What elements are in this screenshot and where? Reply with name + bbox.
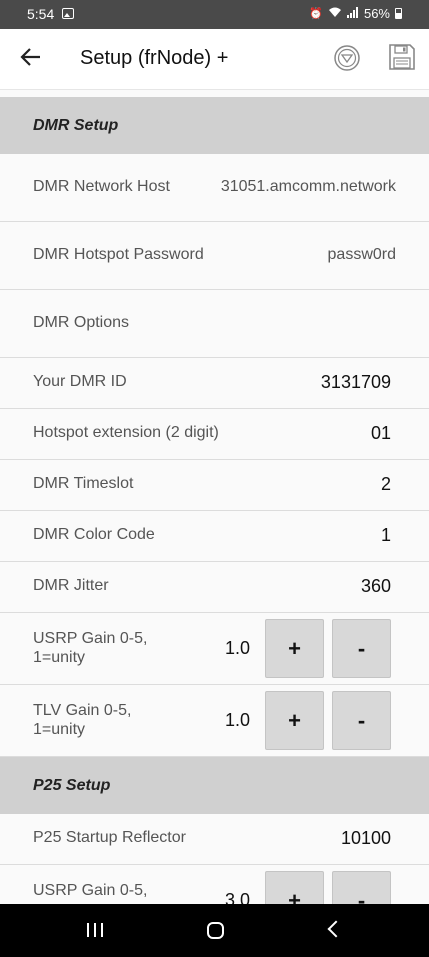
setting-label: DMR Network Host: [33, 178, 170, 195]
setting-value: 1.0: [224, 710, 250, 730]
wifi-icon: [328, 7, 342, 21]
setting-dmr-options[interactable]: DMR Options: [0, 290, 429, 358]
gallery-icon: [62, 8, 74, 19]
section-header-dmr: DMR Setup: [0, 97, 429, 154]
section-header-p25: P25 Setup: [0, 757, 429, 814]
setting-dmr-network-host[interactable]: DMR Network Host 31051.amcomm.network: [0, 154, 429, 222]
status-bar: 5:54 ⏰ 56%: [0, 0, 429, 29]
setting-label: DMR Color Code: [33, 526, 155, 543]
setting-dmr-usrp-gain: USRP Gain 0-5, 1=unity 1.0 + -: [0, 613, 429, 685]
decrease-button[interactable]: -: [332, 691, 391, 750]
setting-value: 3.0: [224, 890, 250, 904]
setting-value: passw0rd: [327, 246, 396, 263]
recent-apps-icon[interactable]: [87, 923, 103, 937]
setting-value: 360: [360, 576, 391, 596]
settings-list[interactable]: DMR Setup DMR Network Host 31051.amcomm.…: [0, 97, 429, 904]
setting-value: 01: [370, 423, 391, 443]
save-icon[interactable]: [388, 43, 416, 71]
setting-dmr-color-code[interactable]: DMR Color Code 1: [0, 511, 429, 562]
nav-back-icon[interactable]: [327, 920, 345, 938]
setting-label: P25 Startup Reflector: [33, 829, 186, 846]
decrease-button[interactable]: -: [332, 871, 391, 904]
decrease-button[interactable]: -: [332, 619, 391, 678]
setting-value: 10100: [340, 828, 391, 848]
back-arrow-icon[interactable]: [20, 46, 42, 72]
setting-label: TLV Gain 0-5, 1=unity: [33, 702, 132, 738]
setting-label: DMR Timeslot: [33, 475, 134, 492]
setting-p25-startup-reflector[interactable]: P25 Startup Reflector 10100: [0, 814, 429, 865]
increase-button[interactable]: +: [265, 619, 324, 678]
setting-label: Hotspot extension (2 digit): [33, 424, 219, 441]
alarm-icon: ⏰: [309, 8, 323, 20]
signal-icon: [346, 6, 359, 21]
system-nav-bar: [0, 904, 429, 957]
setting-value: 2: [380, 474, 391, 494]
dropdown-circle-icon[interactable]: [334, 45, 360, 71]
setting-dmr-jitter[interactable]: DMR Jitter 360: [0, 562, 429, 613]
setting-value: 31051.amcomm.network: [220, 178, 396, 195]
setting-label: USRP Gain 0-5, 1=unity: [33, 630, 148, 666]
setting-dmr-hotspot-password[interactable]: DMR Hotspot Password passw0rd: [0, 222, 429, 290]
setting-label: USRP Gain 0-5,: [33, 882, 148, 899]
home-icon[interactable]: [207, 922, 224, 939]
battery-icon: [395, 8, 402, 19]
setting-p25-usrp-gain: USRP Gain 0-5, 3.0 + -: [0, 865, 429, 904]
setting-value: 1: [380, 525, 391, 545]
increase-button[interactable]: +: [265, 691, 324, 750]
status-icons: ⏰ 56%: [309, 6, 402, 21]
app-bar: Setup (frNode) +: [0, 29, 429, 90]
setting-label: Your DMR ID: [33, 373, 127, 390]
setting-dmr-id[interactable]: Your DMR ID 3131709: [0, 358, 429, 409]
status-time: 5:54: [27, 6, 55, 22]
setting-value: 1.0: [224, 638, 250, 658]
setting-dmr-tlv-gain: TLV Gain 0-5, 1=unity 1.0 + -: [0, 685, 429, 757]
setting-hotspot-extension[interactable]: Hotspot extension (2 digit) 01: [0, 409, 429, 460]
increase-button[interactable]: +: [265, 871, 324, 904]
setting-label: DMR Options: [33, 314, 130, 331]
setting-value: 3131709: [320, 372, 391, 392]
battery-percent: 56%: [363, 6, 390, 21]
setting-label: DMR Hotspot Password: [33, 246, 204, 263]
setting-dmr-timeslot[interactable]: DMR Timeslot 2: [0, 460, 429, 511]
setting-label: DMR Jitter: [33, 577, 109, 594]
page-title: Setup (frNode) +: [80, 47, 229, 69]
